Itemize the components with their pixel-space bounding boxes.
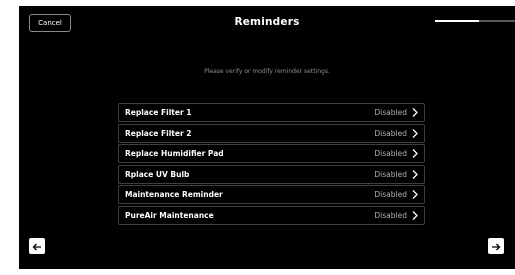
back-button[interactable]	[29, 238, 45, 254]
chevron-right-icon	[411, 169, 419, 179]
instruction-text: Please verify or modify reminder setting…	[204, 68, 330, 75]
reminder-label: Replace Filter 1	[125, 108, 192, 117]
reminder-label: Replace Humidifier Pad	[125, 149, 224, 158]
progress-bar-fill	[435, 20, 479, 22]
reminder-list: Replace Filter 1 Disabled Replace Filter…	[118, 103, 425, 226]
reminder-status: Disabled	[374, 210, 407, 220]
reminder-status: Disabled	[374, 128, 407, 138]
reminder-status: Disabled	[374, 169, 407, 179]
chevron-right-icon	[411, 128, 419, 138]
chevron-right-icon	[411, 190, 419, 200]
progress-bar	[435, 20, 515, 22]
chevron-right-icon	[411, 108, 419, 118]
chevron-right-icon	[411, 210, 419, 220]
reminder-label: PureAir Maintenance	[125, 210, 214, 220]
reminder-status: Disabled	[374, 149, 407, 158]
reminder-label: Rplace UV Bulb	[125, 169, 190, 179]
reminder-row-replace-uv-bulb[interactable]: Rplace UV Bulb Disabled	[118, 164, 425, 184]
arrow-right-icon	[491, 237, 501, 256]
reminder-status: Disabled	[374, 190, 407, 199]
reminders-screen: Cancel Reminders Please verify or modify…	[19, 6, 515, 269]
reminder-row-replace-filter-2[interactable]: Replace Filter 2 Disabled	[118, 123, 425, 143]
reminder-label: Maintenance Reminder	[125, 190, 223, 199]
page-title: Reminders	[234, 16, 300, 28]
chevron-right-icon	[411, 149, 419, 159]
reminder-row-maintenance-reminder[interactable]: Maintenance Reminder Disabled	[118, 185, 425, 204]
reminder-row-pureair-maintenance[interactable]: PureAir Maintenance Disabled	[118, 205, 425, 225]
reminder-status: Disabled	[374, 108, 407, 117]
reminder-label: Replace Filter 2	[125, 128, 192, 138]
arrow-left-icon	[32, 237, 42, 256]
reminder-row-replace-filter-1[interactable]: Replace Filter 1 Disabled	[118, 103, 425, 122]
next-button[interactable]	[488, 238, 504, 254]
reminder-row-replace-humidifier-pad[interactable]: Replace Humidifier Pad Disabled	[118, 144, 425, 163]
